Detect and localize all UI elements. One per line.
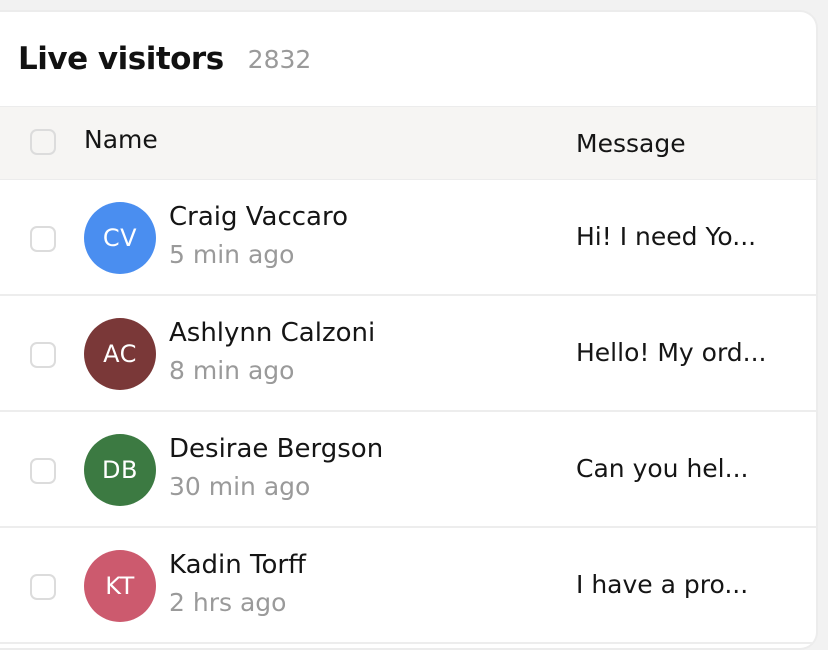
live-visitors-card: Live visitors 2832 Name Message CV Craig… xyxy=(0,10,818,650)
column-header-message[interactable]: Message xyxy=(576,129,686,158)
avatar: DB xyxy=(84,434,156,506)
table-row[interactable]: KT Kadin Torff 2 hrs ago I have a pro... xyxy=(0,528,816,644)
table-row[interactable]: CV Craig Vaccaro 5 min ago Hi! I need Yo… xyxy=(0,180,816,296)
visitor-name: Desirae Bergson xyxy=(169,434,384,464)
avatar: CV xyxy=(84,202,156,274)
avatar: KT xyxy=(84,550,156,622)
visitor-time: 8 min ago xyxy=(169,356,295,385)
visitor-message: Hello! My ord... xyxy=(576,338,767,367)
visitor-time: 5 min ago xyxy=(169,240,295,269)
visitor-message: Hi! I need Yo... xyxy=(576,222,757,251)
table-row[interactable]: DB Desirae Bergson 30 min ago Can you he… xyxy=(0,412,816,528)
visitor-message: I have a pro... xyxy=(576,570,749,599)
visitor-name: Craig Vaccaro xyxy=(169,202,349,232)
card-title: Live visitors xyxy=(18,41,224,77)
visitor-name: Kadin Torff xyxy=(169,550,306,580)
visitor-name: Ashlynn Calzoni xyxy=(169,318,376,348)
row-checkbox[interactable] xyxy=(30,574,56,600)
visitor-message: Can you hel... xyxy=(576,454,749,483)
select-all-checkbox[interactable] xyxy=(30,129,56,155)
row-checkbox[interactable] xyxy=(30,226,56,252)
row-checkbox[interactable] xyxy=(30,342,56,368)
table-header: Name Message xyxy=(0,106,816,180)
row-checkbox[interactable] xyxy=(30,458,56,484)
card-header: Live visitors 2832 xyxy=(0,12,816,106)
visitor-time: 2 hrs ago xyxy=(169,588,287,617)
avatar: AC xyxy=(84,318,156,390)
visitor-time: 30 min ago xyxy=(169,472,311,501)
column-header-name[interactable]: Name xyxy=(84,125,158,154)
table-row[interactable]: AC Ashlynn Calzoni 8 min ago Hello! My o… xyxy=(0,296,816,412)
visitor-count: 2832 xyxy=(247,44,312,74)
